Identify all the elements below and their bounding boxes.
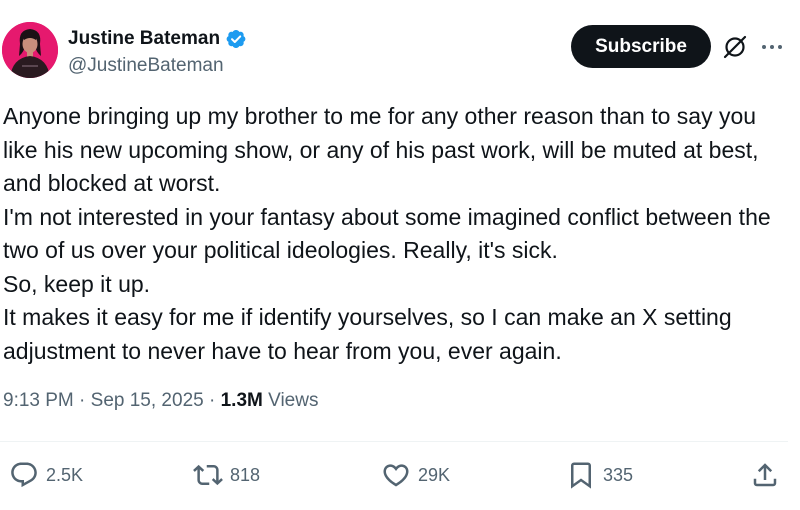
reply-count: 2.5K <box>46 464 84 485</box>
tweet-header: Justine Bateman @JustineBateman Subscrib… <box>0 0 800 90</box>
profile-photo <box>2 22 58 78</box>
bookmark-count: 335 <box>603 464 634 485</box>
divider <box>0 441 788 442</box>
like-count: 29K <box>418 464 451 485</box>
tweet-line: It makes it easy for me if identify your… <box>3 304 732 364</box>
handle[interactable]: @JustineBateman <box>68 55 247 77</box>
heart-icon <box>381 460 411 490</box>
tweet-line: I'm not interested in your fantasy about… <box>3 203 771 264</box>
repost-count: 818 <box>230 464 261 485</box>
tweet-time[interactable]: 9:13 PM <box>3 390 74 411</box>
meta-separator: · <box>208 390 216 411</box>
tweet-text: Anyone bringing up my brother to me for … <box>3 100 795 368</box>
verified-badge-icon <box>225 28 247 50</box>
grok-icon[interactable] <box>722 34 748 60</box>
tweet-date[interactable]: Sep 15, 2025 <box>91 390 204 411</box>
tweet-line: So, keep it up. <box>3 270 151 297</box>
views-label: Views <box>268 390 319 411</box>
reply-icon <box>9 460 39 490</box>
subscribe-button[interactable]: Subscribe <box>571 25 711 68</box>
author-info: Justine Bateman @JustineBateman <box>68 27 247 77</box>
repost-button[interactable]: 818 <box>193 459 260 491</box>
share-icon <box>750 460 780 490</box>
share-button[interactable] <box>750 459 780 491</box>
like-button[interactable]: 29K <box>381 459 450 491</box>
tweet-line: Anyone bringing up my brother to me for … <box>3 103 759 196</box>
more-dots-icon[interactable] <box>758 33 786 61</box>
bookmark-icon <box>566 460 596 490</box>
avatar[interactable] <box>2 22 58 78</box>
reply-button[interactable]: 2.5K <box>9 459 83 491</box>
repost-icon <box>193 460 223 490</box>
views-count: 1.3M <box>220 390 263 411</box>
meta-separator: · <box>79 390 86 411</box>
name-row: Justine Bateman <box>68 27 247 51</box>
display-name[interactable]: Justine Bateman <box>68 28 220 50</box>
bookmark-button[interactable]: 335 <box>566 459 633 491</box>
tweet-meta: 9:13 PM · Sep 15, 2025 · 1.3M Views <box>3 390 318 412</box>
